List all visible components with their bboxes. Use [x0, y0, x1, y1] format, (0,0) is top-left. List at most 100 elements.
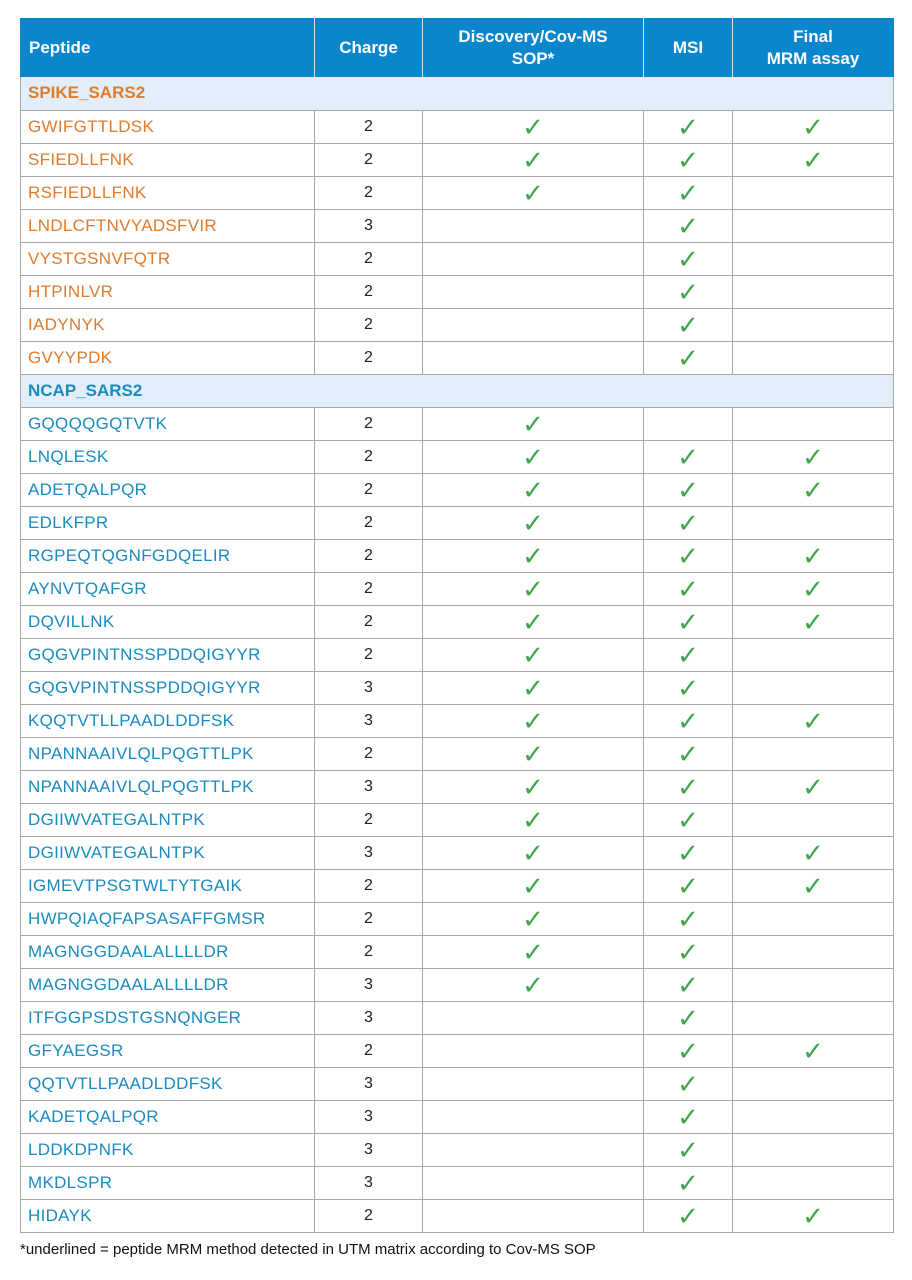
table-row: DGIIWVATEGALNTPK 3 ✓ ✓ ✓: [20, 835, 894, 870]
table-row: RSFIEDLLFNK 2 ✓ ✓: [20, 175, 894, 210]
final-cell: ✓: [732, 538, 894, 573]
header-discovery-line1: Discovery/Cov-MS: [458, 26, 608, 46]
table-row: HTPINLVR 2 ✓: [20, 274, 894, 309]
charge-cell: 2: [314, 637, 423, 672]
peptide-table: Peptide Charge Discovery/Cov-MS SOP* MSI…: [20, 18, 894, 1233]
msi-cell: ✓: [643, 175, 733, 210]
final-cell: ✓: [732, 142, 894, 177]
discovery-cell: ✓: [422, 109, 644, 144]
msi-cell: ✓: [643, 736, 733, 771]
check-mark-icon: ✓: [802, 573, 824, 604]
final-cell: ✓: [732, 769, 894, 804]
discovery-cell: [422, 208, 644, 243]
msi-cell: ✓: [643, 142, 733, 177]
check-mark-icon: ✓: [802, 441, 824, 472]
charge-cell: 2: [314, 802, 423, 837]
discovery-cell: [422, 307, 644, 342]
table-row: GVYYPDK 2 ✓: [20, 340, 894, 375]
final-cell: [732, 241, 894, 276]
msi-cell: ✓: [643, 1066, 733, 1101]
table-row: QQTVTLLPAADLDDFSK 3 ✓: [20, 1066, 894, 1101]
check-mark-icon: ✓: [522, 870, 544, 901]
charge-cell: 2: [314, 571, 423, 606]
msi-cell: ✓: [643, 967, 733, 1002]
charge-cell: 3: [314, 1132, 423, 1167]
msi-cell: ✓: [643, 835, 733, 870]
discovery-cell: [422, 1198, 644, 1233]
discovery-cell: ✓: [422, 637, 644, 672]
discovery-cell: ✓: [422, 175, 644, 210]
peptide-cell: KQQTVTLLPAADLDDFSK: [20, 703, 315, 738]
msi-cell: ✓: [643, 307, 733, 342]
header-final: Final MRM assay: [732, 18, 894, 77]
check-mark-icon: ✓: [522, 639, 544, 670]
check-mark-icon: ✓: [677, 507, 699, 538]
discovery-cell: ✓: [422, 769, 644, 804]
footnote: *underlined = peptide MRM method detecte…: [20, 1241, 596, 1258]
peptide-cell: DGIIWVATEGALNTPK: [20, 835, 315, 870]
discovery-cell: ✓: [422, 505, 644, 540]
peptide-cell: GQGVPINTNSSPDDQIGYYR: [20, 637, 315, 672]
table-row: EDLKFPR 2 ✓ ✓: [20, 505, 894, 540]
discovery-cell: [422, 1132, 644, 1167]
final-cell: [732, 901, 894, 936]
charge-cell: 2: [314, 736, 423, 771]
final-cell: [732, 406, 894, 441]
discovery-cell: ✓: [422, 901, 644, 936]
charge-cell: 2: [314, 934, 423, 969]
final-cell: [732, 637, 894, 672]
peptide-cell: GQQQQGQTVTK: [20, 406, 315, 441]
discovery-cell: ✓: [422, 472, 644, 507]
check-mark-icon: ✓: [522, 672, 544, 703]
msi-cell: ✓: [643, 439, 733, 474]
check-mark-icon: ✓: [677, 1068, 699, 1099]
discovery-cell: ✓: [422, 571, 644, 606]
table-row: ADETQALPQR 2 ✓ ✓ ✓: [20, 472, 894, 507]
table-row: NPANNAAIVLQLPQGTTLPK 3 ✓ ✓ ✓: [20, 769, 894, 804]
check-mark-icon: ✓: [802, 606, 824, 637]
msi-cell: ✓: [643, 274, 733, 309]
check-mark-icon: ✓: [677, 1101, 699, 1132]
discovery-cell: ✓: [422, 967, 644, 1002]
final-cell: [732, 1000, 894, 1035]
peptide-cell: AYNVTQAFGR: [20, 571, 315, 606]
discovery-cell: ✓: [422, 142, 644, 177]
check-mark-icon: ✓: [522, 804, 544, 835]
check-mark-icon: ✓: [522, 507, 544, 538]
final-cell: [732, 802, 894, 837]
check-mark-icon: ✓: [522, 936, 544, 967]
peptide-cell: GWIFGTTLDSK: [20, 109, 315, 144]
section-title: NCAP_SARS2: [20, 374, 894, 408]
check-mark-icon: ✓: [522, 441, 544, 472]
msi-cell: ✓: [643, 1099, 733, 1134]
charge-cell: 2: [314, 1033, 423, 1068]
msi-cell: ✓: [643, 472, 733, 507]
check-mark-icon: ✓: [802, 870, 824, 901]
charge-cell: 3: [314, 1066, 423, 1101]
table-row: MAGNGGDAALALLLLDR 3 ✓ ✓: [20, 967, 894, 1002]
check-mark-icon: ✓: [522, 738, 544, 769]
check-mark-icon: ✓: [802, 540, 824, 571]
peptide-cell: DGIIWVATEGALNTPK: [20, 802, 315, 837]
table-row: HWPQIAQFAPSASAFFGMSR 2 ✓ ✓: [20, 901, 894, 936]
charge-cell: 2: [314, 241, 423, 276]
peptide-cell: HIDAYK: [20, 1198, 315, 1233]
msi-cell: ✓: [643, 241, 733, 276]
check-mark-icon: ✓: [522, 771, 544, 802]
table-row: MKDLSPR 3 ✓: [20, 1165, 894, 1200]
msi-cell: ✓: [643, 604, 733, 639]
check-mark-icon: ✓: [802, 1035, 824, 1066]
check-mark-icon: ✓: [677, 1134, 699, 1165]
table-row: MAGNGGDAALALLLLDR 2 ✓ ✓: [20, 934, 894, 969]
peptide-cell: LNDLCFTNVYADSFVIR: [20, 208, 315, 243]
check-mark-icon: ✓: [677, 210, 699, 241]
msi-cell: [643, 406, 733, 441]
check-mark-icon: ✓: [677, 639, 699, 670]
final-cell: [732, 175, 894, 210]
discovery-cell: ✓: [422, 736, 644, 771]
discovery-cell: ✓: [422, 538, 644, 573]
msi-cell: ✓: [643, 571, 733, 606]
section-row-spike: SPIKE_SARS2: [20, 77, 894, 111]
check-mark-icon: ✓: [677, 441, 699, 472]
check-mark-icon: ✓: [677, 969, 699, 1000]
